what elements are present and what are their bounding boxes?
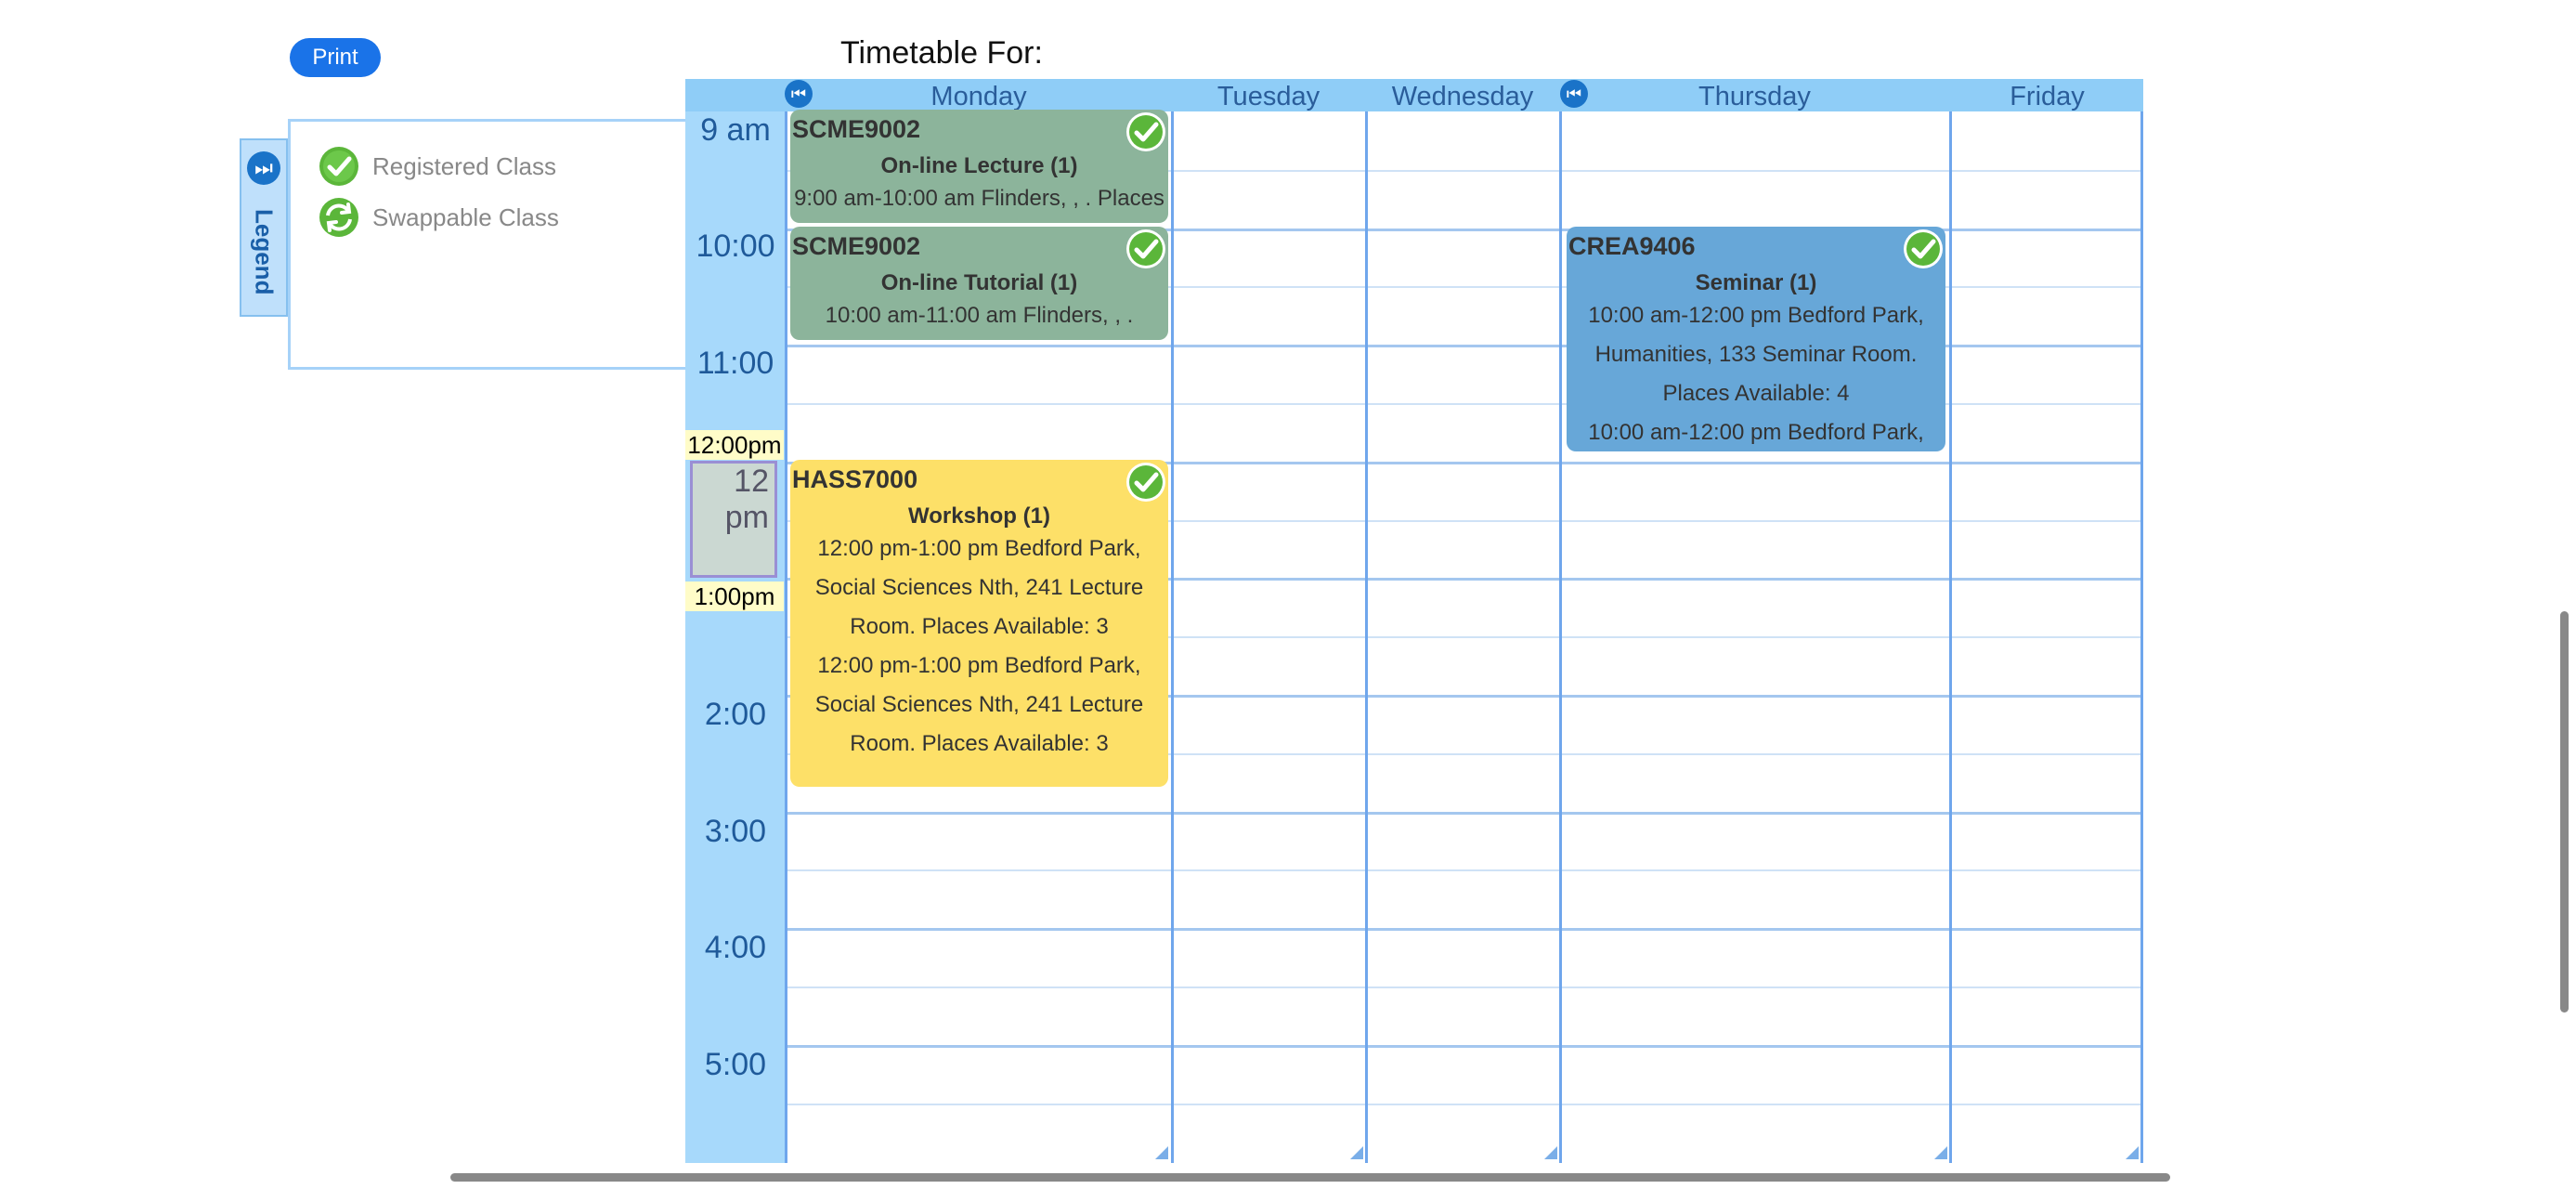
time-label-3: 3:00 xyxy=(704,814,767,849)
event-detail: Places Available: 4 xyxy=(1662,381,1850,406)
day-header-friday: Friday xyxy=(2010,82,2085,111)
column-divider xyxy=(1559,111,1562,1163)
registered-check-icon xyxy=(1904,229,1943,268)
resize-handle-icon[interactable] xyxy=(1155,1146,1168,1159)
selection-end-time: 1:00pm xyxy=(685,581,784,611)
event-hass7000-workshop[interactable]: HASS7000 Workshop (1) 12:00 pm-1:00 pm B… xyxy=(790,460,1168,787)
swap-icon xyxy=(319,198,358,237)
event-code: HASS7000 xyxy=(792,465,918,493)
event-scme9002-tutorial[interactable]: SCME9002 On-line Tutorial (1) 10:00 am-1… xyxy=(790,227,1168,340)
resize-handle-icon[interactable] xyxy=(1544,1146,1557,1159)
event-detail: Social Sciences Nth, 241 Lecture xyxy=(814,692,1144,717)
event-type: Seminar (1) xyxy=(1695,270,1817,295)
legend-panel: Registered Class Swappable Class xyxy=(288,119,689,370)
registered-check-icon xyxy=(1126,229,1165,268)
day-header-wednesday: Wednesday xyxy=(1391,82,1534,111)
time-label-11: 11:00 xyxy=(696,346,774,381)
legend-item-swappable: Swappable Class xyxy=(319,197,559,238)
time-label-9am: 9 am xyxy=(700,112,771,148)
time-label-5: 5:00 xyxy=(704,1047,767,1082)
time-column xyxy=(685,111,786,1163)
time-label-4: 4:00 xyxy=(704,930,767,965)
event-type: On-line Tutorial (1) xyxy=(880,270,1078,295)
event-code: CREA9406 xyxy=(1568,232,1696,260)
event-scme9002-lecture[interactable]: SCME9002 On-line Lecture (1) 9:00 am-10:… xyxy=(790,110,1168,223)
time-label-12pm-hour: 12 xyxy=(734,464,769,499)
vertical-scrollbar[interactable] xyxy=(2560,611,2569,1013)
day-header-monday: Monday xyxy=(930,82,1027,111)
column-divider xyxy=(785,111,787,1163)
legend-tab[interactable]: ⏭ Legend xyxy=(240,138,288,317)
event-detail: Social Sciences Nth, 241 Lecture xyxy=(814,575,1144,600)
print-button[interactable]: Print xyxy=(290,38,381,77)
resize-handle-icon[interactable] xyxy=(2126,1146,2139,1159)
day-header-thursday: Thursday xyxy=(1698,82,1811,111)
resize-handle-icon[interactable] xyxy=(1350,1146,1363,1159)
time-label-2: 2:00 xyxy=(704,697,767,732)
legend-tab-label: Legend xyxy=(250,208,279,295)
half-hour-gridline xyxy=(787,986,2143,988)
event-detail: 9:00 am-10:00 am Flinders, , . Places xyxy=(794,186,1164,211)
event-detail: 10:00 am-11:00 am Flinders, , . xyxy=(825,303,1134,328)
day-header-tuesday: Tuesday xyxy=(1216,82,1321,111)
time-label-10: 10:00 xyxy=(696,229,775,264)
half-hour-gridline xyxy=(787,1104,2143,1105)
hour-gridline xyxy=(787,928,2143,931)
hour-gridline xyxy=(787,1045,2143,1048)
column-divider xyxy=(2140,111,2143,1163)
event-crea9406-seminar[interactable]: CREA9406 Seminar (1) 10:00 am-12:00 pm B… xyxy=(1567,227,1945,451)
event-detail: 10:00 am-12:00 pm Bedford Park, xyxy=(1588,303,1924,328)
event-type: On-line Lecture (1) xyxy=(880,153,1078,178)
event-type: Workshop (1) xyxy=(908,503,1050,529)
resize-handle-icon[interactable] xyxy=(1934,1146,1947,1159)
column-divider xyxy=(1171,111,1174,1163)
event-detail: Room. Places Available: 3 xyxy=(850,731,1109,756)
legend-label-registered: Registered Class xyxy=(372,151,556,180)
time-label-12pm-suffix: pm xyxy=(724,500,769,535)
selection-start-time: 12:00pm xyxy=(685,430,784,460)
event-detail: Room. Places Available: 3 xyxy=(850,614,1109,639)
registered-check-icon xyxy=(1126,463,1165,502)
hour-gridline xyxy=(787,812,2143,815)
event-code: SCME9002 xyxy=(792,115,921,143)
column-divider xyxy=(1949,111,1952,1163)
event-code: SCME9002 xyxy=(792,232,921,260)
half-hour-gridline xyxy=(787,869,2143,871)
event-detail: 12:00 pm-1:00 pm Bedford Park, xyxy=(817,653,1141,678)
event-detail: 12:00 pm-1:00 pm Bedford Park, xyxy=(817,536,1141,561)
event-detail: Humanities, 133 Seminar Room. xyxy=(1594,342,1918,367)
collapse-legend-icon[interactable]: ⏭ xyxy=(247,151,280,185)
check-icon xyxy=(319,147,358,186)
legend-label-swappable: Swappable Class xyxy=(372,203,559,231)
event-detail: 10:00 am-12:00 pm Bedford Park, xyxy=(1588,420,1924,445)
timetable-title: Timetable For: xyxy=(840,35,1043,71)
horizontal-scrollbar[interactable] xyxy=(450,1173,2170,1182)
column-divider xyxy=(1365,111,1368,1163)
legend-item-registered: Registered Class xyxy=(319,146,556,187)
time-label-12pm[interactable]: 12 pm xyxy=(690,461,777,578)
registered-check-icon xyxy=(1126,112,1165,151)
